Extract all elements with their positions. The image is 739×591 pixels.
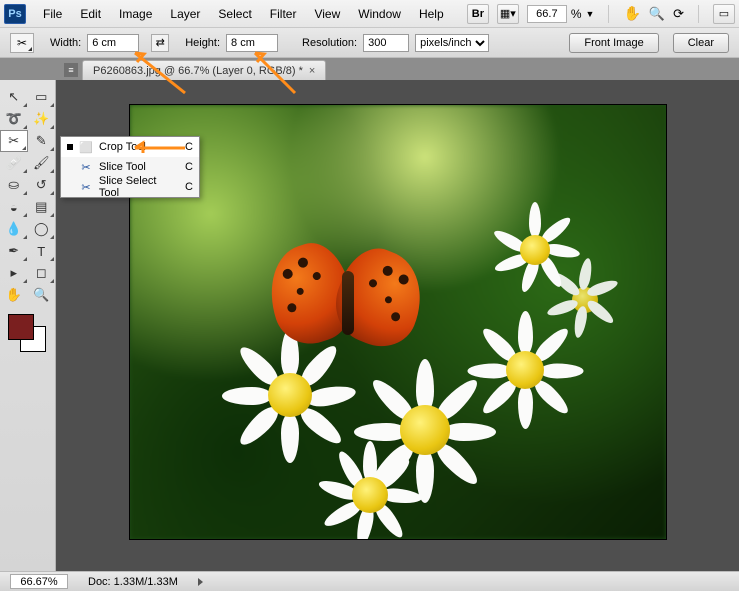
- flyout-item-label: Slice Tool: [99, 161, 146, 173]
- foreground-color-swatch[interactable]: [8, 314, 34, 340]
- menu-filter[interactable]: Filter: [261, 3, 306, 25]
- status-bar: Doc: 1.33M/1.33M: [0, 571, 739, 591]
- menu-edit[interactable]: Edit: [71, 3, 110, 25]
- menu-layer[interactable]: Layer: [161, 3, 209, 25]
- zoom-icon[interactable]: 🔍: [649, 6, 665, 22]
- active-tool-icon[interactable]: ✂: [10, 33, 34, 53]
- eraser-tool[interactable]: ◒: [0, 196, 28, 218]
- status-menu-arrow-icon[interactable]: [198, 578, 203, 586]
- zoom-tool[interactable]: 🔍: [28, 284, 56, 306]
- flyout-crop-tool[interactable]: ⬜ Crop Tool C: [61, 137, 199, 157]
- butterfly-subject: [260, 235, 440, 375]
- resolution-input[interactable]: [363, 34, 409, 52]
- dodge-tool[interactable]: ◯: [28, 218, 56, 240]
- flyout-slice-tool[interactable]: ✂ Slice Tool C: [61, 157, 199, 177]
- menu-image[interactable]: Image: [110, 3, 161, 25]
- hand-tool[interactable]: ✋: [0, 284, 28, 306]
- document-canvas[interactable]: [129, 104, 667, 540]
- zoom-level-input[interactable]: [527, 5, 567, 23]
- screen-mode-icon[interactable]: ▭: [713, 4, 735, 24]
- healing-tool[interactable]: 🩹: [0, 152, 28, 174]
- status-doc-size: Doc: 1.33M/1.33M: [88, 576, 178, 588]
- blur-tool[interactable]: 💧: [0, 218, 28, 240]
- chevron-down-icon[interactable]: ▼: [586, 9, 595, 19]
- gradient-tool[interactable]: ▤: [28, 196, 56, 218]
- bridge-icon[interactable]: Br: [467, 4, 489, 24]
- flyout-item-label: Crop Tool: [99, 141, 146, 153]
- swap-dimensions-icon[interactable]: ⇄: [151, 34, 169, 52]
- menu-bar: Ps File Edit Image Layer Select Filter V…: [0, 0, 739, 28]
- flyout-item-label: Slice Select Tool: [99, 175, 179, 199]
- hand-icon[interactable]: ✋: [623, 5, 640, 22]
- pen-tool[interactable]: ✒: [0, 240, 28, 262]
- toolbox: ↖▭ ➰✨ ✂✎ 🩹🖌 ⛀↺ ◒▤ 💧◯ ✒T ▸◻ ✋🔍: [0, 80, 56, 571]
- crop-tool[interactable]: ✂: [0, 130, 28, 152]
- rotate-icon[interactable]: ⟳: [673, 6, 684, 22]
- history-brush-tool[interactable]: ↺: [28, 174, 56, 196]
- front-image-button[interactable]: Front Image: [569, 33, 658, 53]
- slice-select-icon: ✂: [79, 181, 93, 194]
- menu-window[interactable]: Window: [349, 3, 410, 25]
- menu-select[interactable]: Select: [209, 3, 260, 25]
- app-logo: Ps: [4, 4, 26, 24]
- close-icon[interactable]: ×: [309, 65, 315, 77]
- width-input[interactable]: [87, 34, 139, 52]
- document-tab-bar: ≡ P6260863.jpg @ 66.7% (Layer 0, RGB/8) …: [0, 58, 739, 80]
- document-tab-title: P6260863.jpg @ 66.7% (Layer 0, RGB/8) *: [93, 65, 303, 77]
- stamp-tool[interactable]: ⛀: [0, 174, 28, 196]
- height-input[interactable]: [226, 34, 278, 52]
- shape-tool[interactable]: ◻: [28, 262, 56, 284]
- marquee-tool[interactable]: ▭: [28, 86, 56, 108]
- type-tool[interactable]: T: [28, 240, 56, 262]
- width-label: Width:: [50, 37, 81, 49]
- flyout-item-key: C: [185, 141, 193, 153]
- eyedropper-tool[interactable]: ✎: [28, 130, 55, 152]
- resolution-unit-select[interactable]: pixels/inch: [415, 34, 489, 52]
- minibridge-icon[interactable]: ▦▾: [497, 4, 519, 24]
- options-bar: ✂ Width: ⇄ Height: Resolution: pixels/in…: [0, 28, 739, 58]
- tab-handle-icon[interactable]: ≡: [64, 63, 78, 77]
- zoom-percent-label: %: [571, 7, 582, 21]
- slice-icon: ✂: [79, 161, 93, 174]
- crop-icon: ⬜: [79, 141, 93, 154]
- document-tab[interactable]: P6260863.jpg @ 66.7% (Layer 0, RGB/8) * …: [82, 60, 326, 80]
- status-zoom-input[interactable]: [10, 574, 68, 589]
- lasso-tool[interactable]: ➰: [0, 108, 28, 130]
- menu-file[interactable]: File: [34, 3, 71, 25]
- menu-help[interactable]: Help: [410, 3, 453, 25]
- clear-button[interactable]: Clear: [673, 33, 729, 53]
- path-select-tool[interactable]: ▸: [0, 262, 28, 284]
- flyout-item-key: C: [185, 181, 193, 193]
- menu-view[interactable]: View: [305, 3, 349, 25]
- brush-tool[interactable]: 🖌: [28, 152, 56, 174]
- magic-wand-tool[interactable]: ✨: [28, 108, 56, 130]
- flyout-item-key: C: [185, 161, 193, 173]
- move-tool[interactable]: ↖: [0, 86, 28, 108]
- flyout-slice-select-tool[interactable]: ✂ Slice Select Tool C: [61, 177, 199, 197]
- crop-tool-flyout: ⬜ Crop Tool C ✂ Slice Tool C ✂ Slice Sel…: [60, 136, 200, 198]
- height-label: Height:: [185, 37, 220, 49]
- resolution-label: Resolution:: [302, 37, 357, 49]
